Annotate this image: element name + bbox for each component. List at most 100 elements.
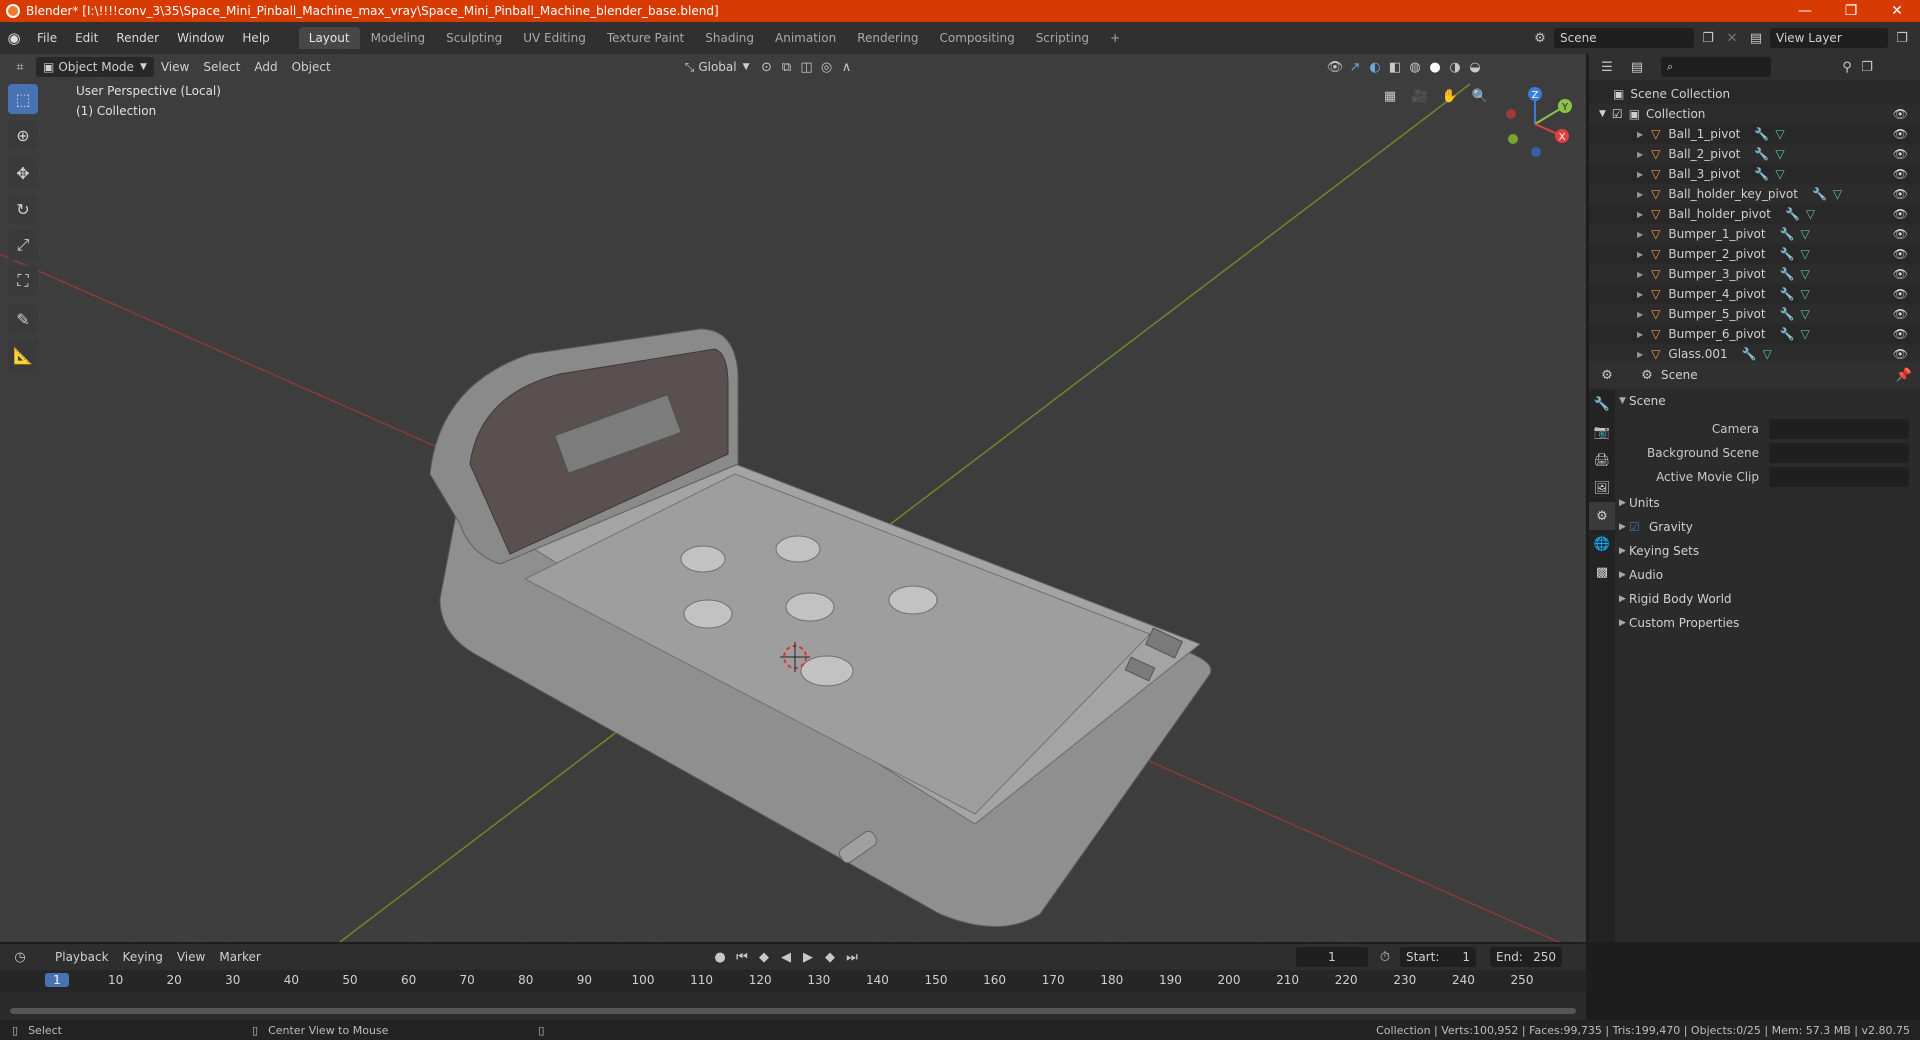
mesh-data-icon[interactable]: ▽ xyxy=(1806,207,1815,221)
blender-menu-icon[interactable]: ◉ xyxy=(0,29,28,47)
proportional-edit-icon[interactable]: ◎ xyxy=(817,57,837,77)
menu-edit[interactable]: Edit xyxy=(66,31,107,45)
active-movie-clip-field[interactable] xyxy=(1769,467,1909,487)
eye-icon[interactable]: 👁 xyxy=(1893,287,1908,301)
gizmo-toggle-icon[interactable]: ↗ xyxy=(1345,57,1365,77)
pivot-point-icon[interactable]: ⊙ xyxy=(757,57,777,77)
tab-layout[interactable]: Layout xyxy=(298,27,360,49)
outliner-scene-collection[interactable]: ▣ Scene Collection xyxy=(1589,84,1920,104)
chevron-right-icon[interactable]: ▶ xyxy=(1619,522,1626,532)
checkbox-icon[interactable]: ☑ xyxy=(1612,107,1623,121)
modifier-icon[interactable]: 🔧 xyxy=(1780,327,1795,341)
modifier-icon[interactable]: 🔧 xyxy=(1812,187,1827,201)
outliner-item[interactable]: ▶ ▽ Ball_1_pivot 🔧 ▽ 👁 xyxy=(1589,124,1920,144)
outliner-item[interactable]: ▶ ▽ Ball_holder_pivot 🔧 ▽ 👁 xyxy=(1589,204,1920,224)
current-frame-field[interactable]: 1 xyxy=(1296,947,1368,967)
chevron-right-icon[interactable]: ▶ xyxy=(1637,150,1643,159)
new-view-layer-icon[interactable]: ❐ xyxy=(1892,28,1912,48)
mesh-data-icon[interactable]: ▽ xyxy=(1801,307,1810,321)
chevron-right-icon[interactable]: ▶ xyxy=(1637,330,1643,339)
play-icon[interactable]: ▶ xyxy=(798,947,818,967)
view-layer-selector[interactable]: View Layer xyxy=(1770,28,1888,48)
mesh-data-icon[interactable]: ▽ xyxy=(1801,267,1810,281)
menu-playback[interactable]: Playback xyxy=(48,947,116,967)
modifier-icon[interactable]: 🔧 xyxy=(1780,287,1795,301)
eye-icon[interactable]: 👁 xyxy=(1893,167,1908,181)
outliner-item[interactable]: ▶ ▽ Bumper_2_pivot 🔧 ▽ 👁 xyxy=(1589,244,1920,264)
tab-shading[interactable]: Shading xyxy=(695,27,764,49)
play-reverse-icon[interactable]: ◀ xyxy=(776,947,796,967)
xray-icon[interactable]: ◧ xyxy=(1385,57,1405,77)
modifier-icon[interactable]: 🔧 xyxy=(1742,347,1757,361)
modifier-icon[interactable]: 🔧 xyxy=(1780,227,1795,241)
chevron-right-icon[interactable]: ▶ xyxy=(1637,170,1643,179)
texture-tab-icon[interactable]: ▩ xyxy=(1589,558,1615,586)
modifier-icon[interactable]: 🔧 xyxy=(1754,127,1769,141)
solid-shading-icon[interactable]: ● xyxy=(1425,57,1445,77)
material-shading-icon[interactable]: ◑ xyxy=(1445,57,1465,77)
select-box-tool-icon[interactable]: ⬚ xyxy=(8,84,38,114)
editor-type-icon[interactable]: ⌗ xyxy=(10,57,30,77)
mesh-data-icon[interactable]: ▽ xyxy=(1801,247,1810,261)
tab-uv-editing[interactable]: UV Editing xyxy=(513,27,596,49)
menu-marker[interactable]: Marker xyxy=(212,947,267,967)
collapsed-panel-title[interactable]: Audio xyxy=(1629,568,1663,582)
chevron-down-icon[interactable]: ▼ xyxy=(1619,396,1626,406)
world-tab-icon[interactable]: 🌐 xyxy=(1589,530,1615,558)
timeline-editor-icon[interactable]: ◷ xyxy=(10,947,30,967)
delete-scene-icon[interactable]: ✕ xyxy=(1722,28,1742,48)
menu-select[interactable]: Select xyxy=(196,57,247,77)
timeline-scrollbar[interactable] xyxy=(10,1008,1576,1014)
snap-target-icon[interactable]: ◫ xyxy=(797,57,817,77)
background-scene-field[interactable] xyxy=(1769,443,1909,463)
tool-tab-icon[interactable]: 🔧 xyxy=(1589,390,1615,418)
jump-start-icon[interactable]: ⏮ xyxy=(732,947,752,967)
snap-icon[interactable]: ⧉ xyxy=(777,57,797,77)
scene-selector[interactable]: Scene xyxy=(1554,28,1694,48)
wireframe-shading-icon[interactable]: ◍ xyxy=(1405,57,1425,77)
chevron-right-icon[interactable]: ▶ xyxy=(1637,210,1643,219)
chevron-right-icon[interactable]: ▶ xyxy=(1637,270,1643,279)
chevron-right-icon[interactable]: ▶ xyxy=(1619,498,1626,508)
modifier-icon[interactable]: 🔧 xyxy=(1780,307,1795,321)
tab-scripting[interactable]: Scripting xyxy=(1026,27,1099,49)
tab-modeling[interactable]: Modeling xyxy=(361,27,436,49)
3d-viewport[interactable]: ⌗ ▣ Object Mode ▼ View Select Add Object… xyxy=(0,54,1586,942)
scene-tab-icon[interactable]: ⚙ xyxy=(1589,502,1615,530)
modifier-icon[interactable]: 🔧 xyxy=(1785,207,1800,221)
collapsed-panel-title[interactable]: Custom Properties xyxy=(1629,616,1739,630)
outliner-item[interactable]: ▶ ▽ Ball_2_pivot 🔧 ▽ 👁 xyxy=(1589,144,1920,164)
preview-range-icon[interactable]: ⏱ xyxy=(1375,947,1395,967)
jump-end-icon[interactable]: ⏭ xyxy=(842,947,862,967)
tab-compositing[interactable]: Compositing xyxy=(929,27,1024,49)
outliner-item[interactable]: ▶ ▽ Bumper_1_pivot 🔧 ▽ 👁 xyxy=(1589,224,1920,244)
chevron-right-icon[interactable]: ▶ xyxy=(1637,290,1643,299)
menu-timeline-view[interactable]: View xyxy=(170,947,212,967)
outliner-collection[interactable]: ▼ ☑ ▣ Collection 👁 xyxy=(1589,104,1920,124)
outliner-item[interactable]: ▶ ▽ Bumper_6_pivot 🔧 ▽ 👁 xyxy=(1589,324,1920,344)
menu-object[interactable]: Object xyxy=(285,57,338,77)
start-frame-field[interactable]: Start: 1 xyxy=(1400,947,1476,967)
eye-icon[interactable]: 👁 xyxy=(1893,347,1908,361)
eye-icon[interactable]: 👁 xyxy=(1893,207,1908,221)
chevron-right-icon[interactable]: ▶ xyxy=(1637,130,1643,139)
camera-view-icon[interactable]: 🎥 xyxy=(1410,86,1430,106)
modifier-icon[interactable]: 🔧 xyxy=(1780,267,1795,281)
transform-orientation-dropdown[interactable]: ⤡ Global ▼ xyxy=(678,57,757,77)
collapsed-panel-title[interactable]: Keying Sets xyxy=(1629,544,1699,558)
tab-sculpting[interactable]: Sculpting xyxy=(436,27,512,49)
chevron-right-icon[interactable]: ▶ xyxy=(1637,250,1643,259)
new-scene-icon[interactable]: ❐ xyxy=(1698,28,1718,48)
tab-texture-paint[interactable]: Texture Paint xyxy=(597,27,694,49)
eye-icon[interactable]: 👁 xyxy=(1893,327,1908,341)
mesh-data-icon[interactable]: ▽ xyxy=(1833,187,1842,201)
timeline-ruler[interactable]: 1 10 20 30 40 50 60 70 80 90 100 110 120 130 140 150 160… xyxy=(0,970,1586,992)
filter-icon[interactable]: ⚲ xyxy=(1837,57,1857,77)
rotate-tool-icon[interactable]: ↻ xyxy=(8,194,38,224)
chevron-right-icon[interactable]: ▶ xyxy=(1619,594,1626,604)
add-workspace-button[interactable]: + xyxy=(1100,27,1130,49)
annotate-tool-icon[interactable]: ✎ xyxy=(8,304,38,334)
menu-window[interactable]: Window xyxy=(168,31,233,45)
modifier-icon[interactable]: 🔧 xyxy=(1754,167,1769,181)
minimize-button[interactable]: — xyxy=(1782,0,1828,22)
